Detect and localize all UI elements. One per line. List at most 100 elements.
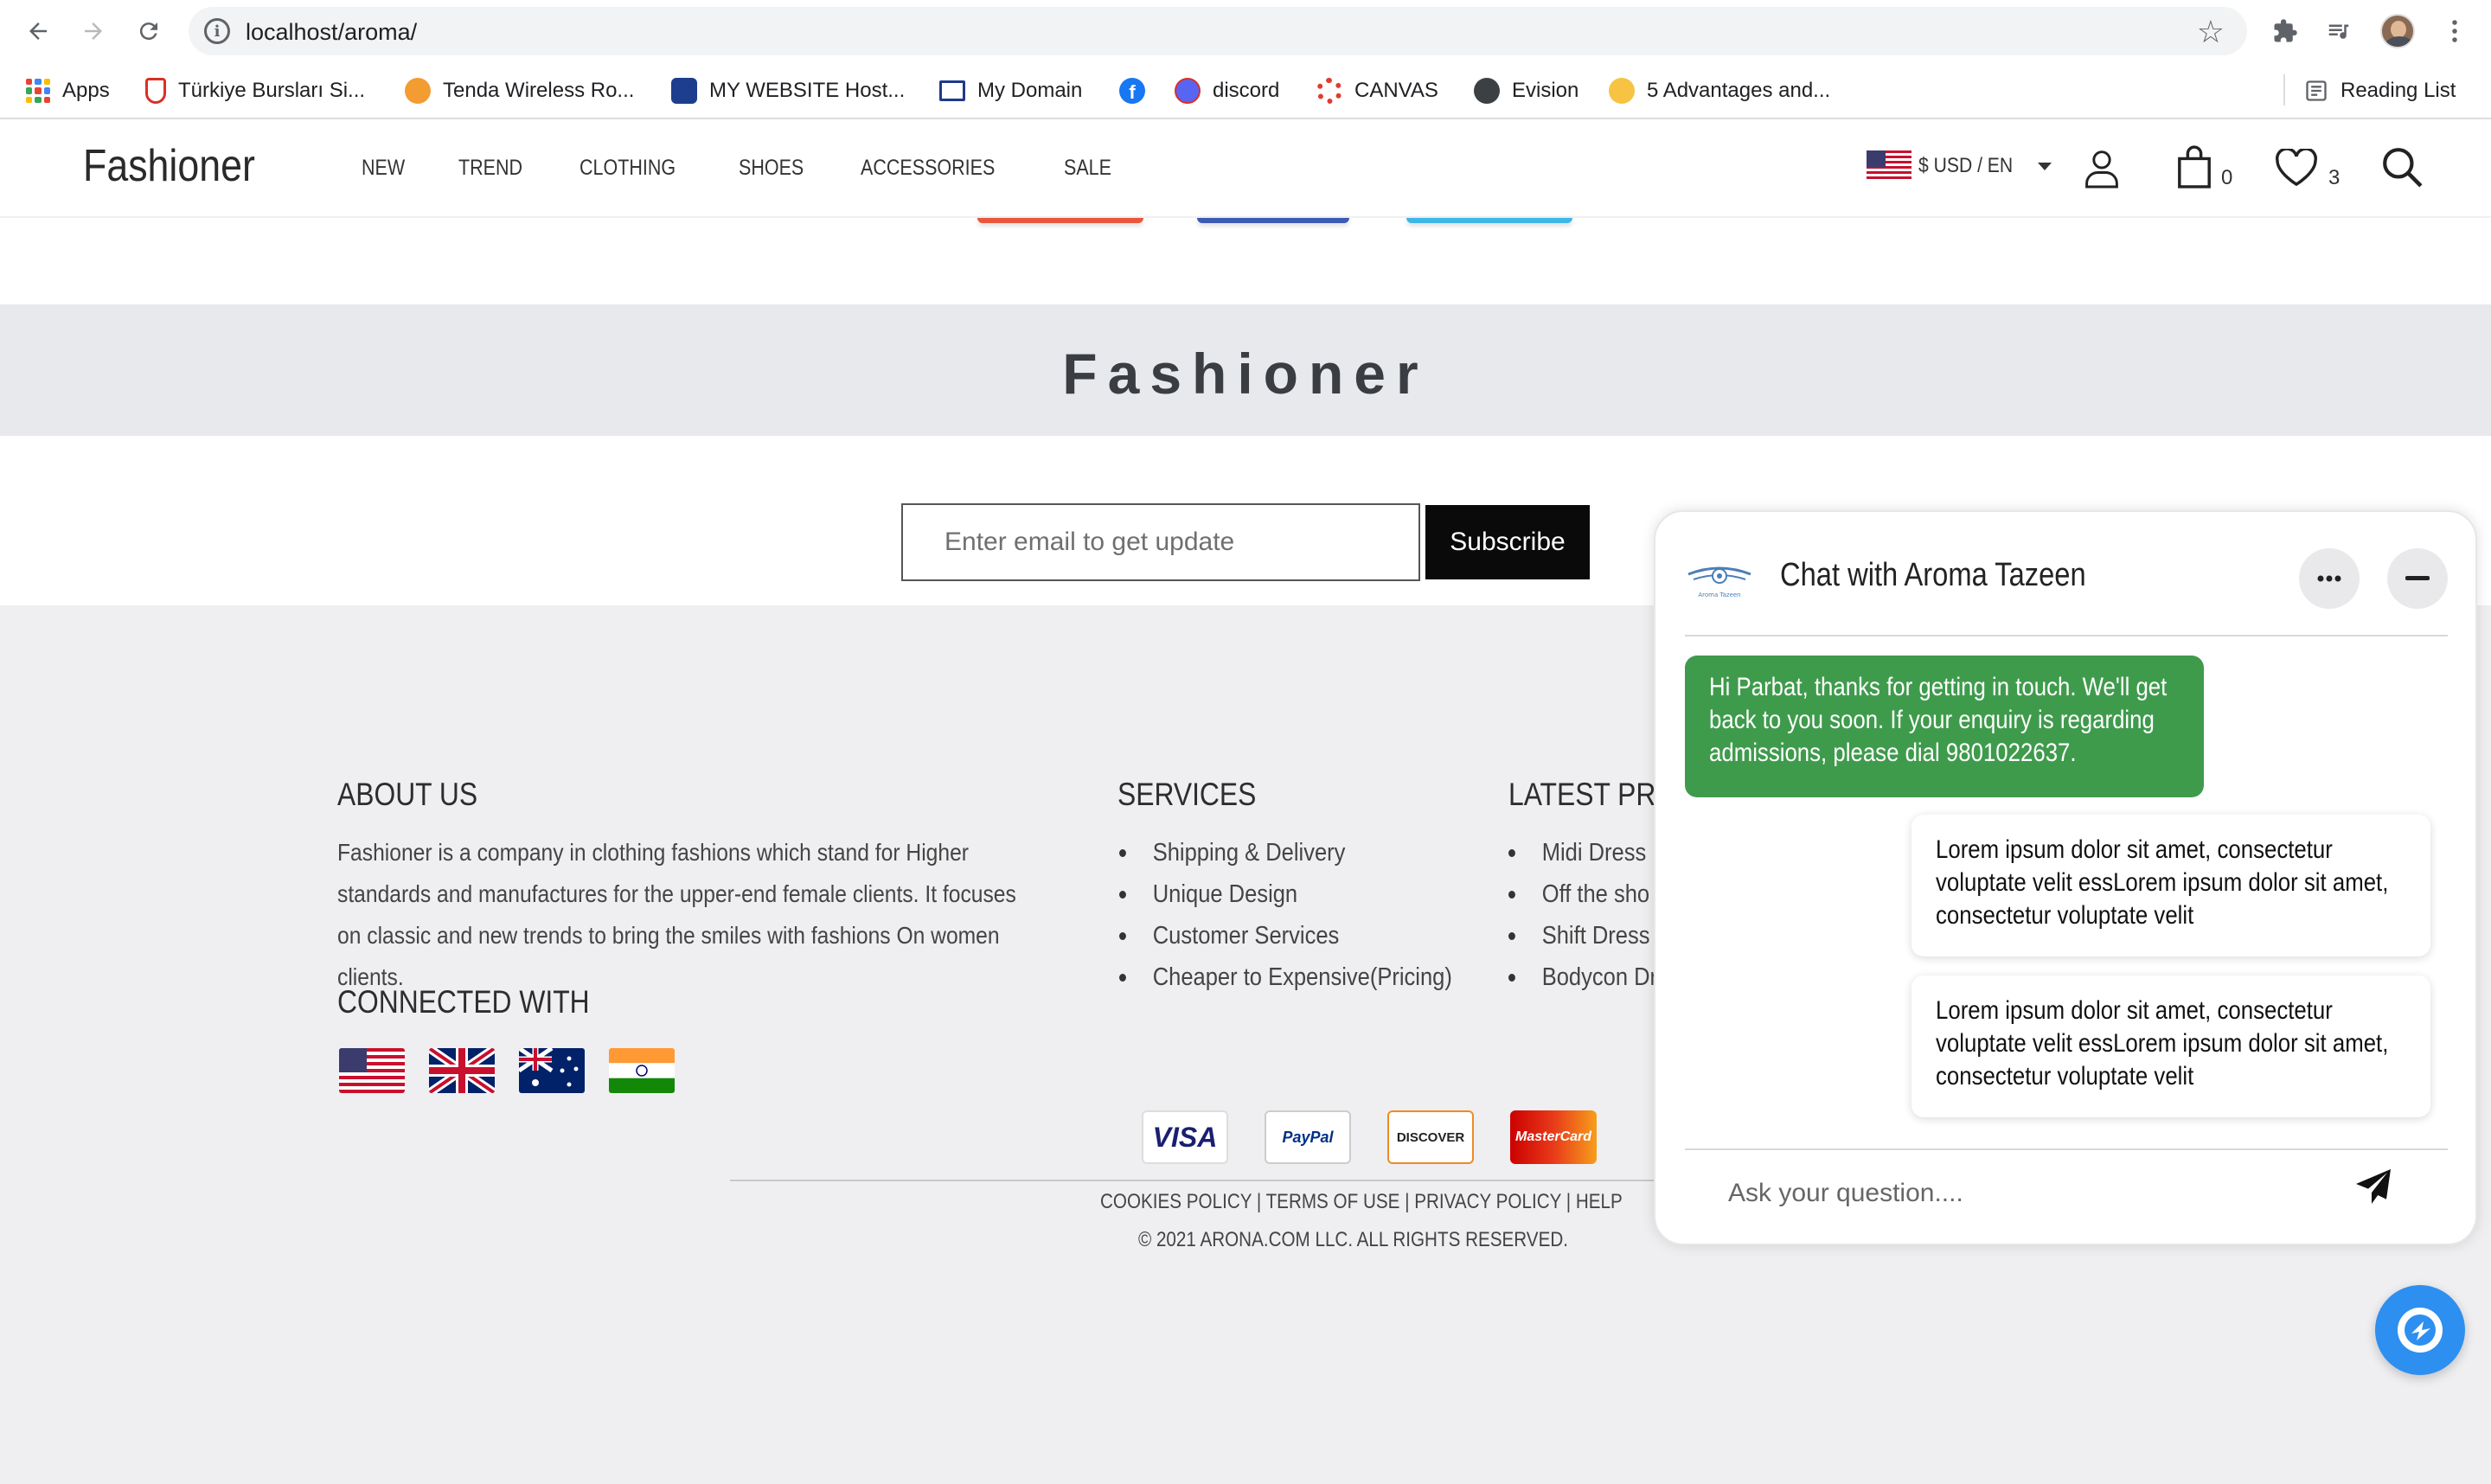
- bookmark-star-icon[interactable]: ☆: [2197, 14, 2225, 50]
- bookmark-my-domain[interactable]: My Domain: [939, 74, 1082, 107]
- bookmark-apps[interactable]: Apps: [26, 74, 110, 107]
- payment-methods: VISA PayPal DISCOVER MasterCard: [1142, 1110, 1597, 1164]
- profile-avatar[interactable]: [2379, 12, 2417, 50]
- product-link[interactable]: Shift Dress: [1508, 915, 1657, 956]
- bookmark-label: discord: [1213, 79, 1280, 102]
- paypal-label: PayPal: [1282, 1128, 1334, 1146]
- country-flags: [339, 1048, 675, 1093]
- extensions-icon[interactable]: [2266, 12, 2304, 50]
- bookmark-label: MY WEBSITE Host...: [709, 79, 906, 102]
- hosting-icon: [671, 78, 697, 104]
- paypal-icon: PayPal: [1265, 1110, 1351, 1164]
- bookmark-tenda[interactable]: Tenda Wireless Ro...: [405, 74, 634, 107]
- wishlist-count: 3: [2328, 166, 2341, 189]
- url-text: localhost/aroma/: [246, 19, 418, 45]
- connected-heading: CONNECTED WITH: [337, 984, 590, 1020]
- nav-item-shoes[interactable]: SHOES: [739, 156, 804, 181]
- discover-label: DISCOVER: [1396, 1129, 1465, 1145]
- turkiye-burslari-icon: [145, 78, 166, 104]
- agent-message: Hi Parbat, thanks for getting in touch. …: [1685, 656, 2204, 797]
- discover-icon: DISCOVER: [1387, 1110, 1474, 1164]
- product-link[interactable]: Off the sho: [1508, 873, 1657, 915]
- site-info-icon[interactable]: i: [204, 18, 230, 44]
- nav-item-trend[interactable]: TREND: [458, 156, 522, 181]
- bookmark-label: 5 Advantages and...: [1647, 79, 1831, 102]
- nav-item-accessories[interactable]: ACCESSORIES: [861, 156, 995, 181]
- apps-grid-icon: [26, 79, 50, 103]
- nav-item-new[interactable]: NEW: [362, 156, 405, 181]
- aroma-tazeen-logo: Aroma Tazeen: [1687, 566, 1751, 598]
- search-button[interactable]: [2380, 145, 2424, 193]
- wishlist-button[interactable]: [2275, 147, 2318, 191]
- cart-count: 0: [2221, 166, 2233, 189]
- chat-minimize-button[interactable]: [2387, 548, 2448, 609]
- chat-more-button[interactable]: [2299, 548, 2360, 609]
- bookmark-canvas[interactable]: CANVAS: [1316, 74, 1438, 107]
- service-link[interactable]: Unique Design: [1119, 873, 1452, 915]
- send-button[interactable]: [2353, 1166, 2405, 1218]
- user-message: Lorem ipsum dolor sit amet, consectetur …: [1911, 815, 2430, 956]
- reading-list[interactable]: Reading List: [2304, 74, 2456, 107]
- product-link[interactable]: Midi Dress: [1508, 832, 1657, 873]
- currency-selector[interactable]: $ USD / EN: [1867, 150, 2052, 182]
- reading-list-label: Reading List: [2341, 79, 2456, 102]
- bookmark-turkiye-burslari[interactable]: Türkiye Bursları Si...: [145, 74, 365, 107]
- mastercard-label: MasterCard: [1514, 1129, 1592, 1144]
- bookmarks-divider: [2283, 74, 2285, 106]
- nav-item-clothing[interactable]: CLOTHING: [580, 156, 676, 181]
- chat-launcher-button[interactable]: [2375, 1285, 2465, 1375]
- bookmark-my-website[interactable]: MY WEBSITE Host...: [671, 74, 905, 107]
- bookmark-facebook[interactable]: f: [1119, 74, 1145, 107]
- shopping-bag-icon: [2178, 145, 2211, 189]
- us-flag-icon[interactable]: [339, 1048, 405, 1093]
- bookmark-discord[interactable]: discord: [1175, 74, 1279, 107]
- reading-list-icon: [2306, 80, 2327, 101]
- reload-icon: [139, 22, 157, 41]
- media-queue-icon[interactable]: [2320, 12, 2358, 50]
- site-logo[interactable]: Fashioner: [83, 140, 255, 192]
- india-flag-icon[interactable]: [609, 1048, 675, 1093]
- email-input[interactable]: [901, 503, 1420, 581]
- caret-down-icon: [2038, 162, 2052, 170]
- forward-arrow-icon: [85, 22, 102, 40]
- footer-policy-links[interactable]: COOKIES POLICY | TERMS OF USE | PRIVACY …: [1100, 1190, 1623, 1214]
- visa-label: VISA: [1152, 1121, 1218, 1153]
- chat-title: Chat with Aroma Tazeen: [1780, 557, 2086, 593]
- reload-button[interactable]: [130, 12, 168, 50]
- cart-button[interactable]: [2176, 145, 2212, 193]
- logo-caption: Aroma Tazeen: [1698, 592, 1740, 598]
- about-text: Fashioner is a company in clothing fashi…: [337, 839, 1016, 990]
- address-bar[interactable]: i localhost/aroma/ ☆: [189, 7, 2247, 55]
- chat-widget: Aroma Tazeen Chat with Aroma Tazeen Hi P…: [1654, 510, 2477, 1245]
- currency-label: $ USD / EN: [1918, 154, 2014, 177]
- chat-question-input[interactable]: [1728, 1167, 2282, 1219]
- send-paper-plane-icon: [2356, 1169, 2391, 1204]
- search-icon: [2383, 148, 2423, 188]
- account-button[interactable]: [2083, 147, 2121, 193]
- back-arrow-icon: [29, 22, 47, 40]
- service-link[interactable]: Cheaper to Expensive(Pricing): [1119, 956, 1452, 998]
- bookmark-evision[interactable]: Evision: [1474, 74, 1578, 107]
- heart-icon: [2276, 147, 2317, 187]
- user-message-text: Lorem ipsum dolor sit amet, consectetur …: [1936, 996, 2389, 1091]
- forward-button[interactable]: [74, 12, 112, 50]
- australia-flag-icon[interactable]: [519, 1048, 585, 1093]
- subscribe-button[interactable]: Subscribe: [1425, 505, 1590, 579]
- advantages-icon: [1609, 78, 1635, 104]
- back-button[interactable]: [19, 12, 57, 50]
- canvas-icon: [1316, 78, 1342, 104]
- nav-item-sale[interactable]: SALE: [1064, 156, 1111, 181]
- scrolled-content-strip: [0, 218, 2491, 304]
- uk-flag-icon[interactable]: [429, 1048, 495, 1093]
- service-link[interactable]: Customer Services: [1119, 915, 1452, 956]
- user-message: Lorem ipsum dolor sit amet, consectetur …: [1911, 975, 2430, 1117]
- browser-menu-icon[interactable]: [2436, 12, 2474, 50]
- more-dots-icon: [2317, 575, 2341, 582]
- service-link[interactable]: Shipping & Delivery: [1119, 832, 1452, 873]
- product-link[interactable]: Bodycon Dr: [1508, 956, 1657, 998]
- facebook-icon: f: [1119, 78, 1145, 104]
- latest-products-list: Midi Dress Off the sho Shift Dress Bodyc…: [1508, 832, 1657, 998]
- bookmark-label: Tenda Wireless Ro...: [443, 79, 635, 102]
- bookmark-5-advantages[interactable]: 5 Advantages and...: [1609, 74, 1830, 107]
- bookmark-label: Apps: [62, 79, 110, 102]
